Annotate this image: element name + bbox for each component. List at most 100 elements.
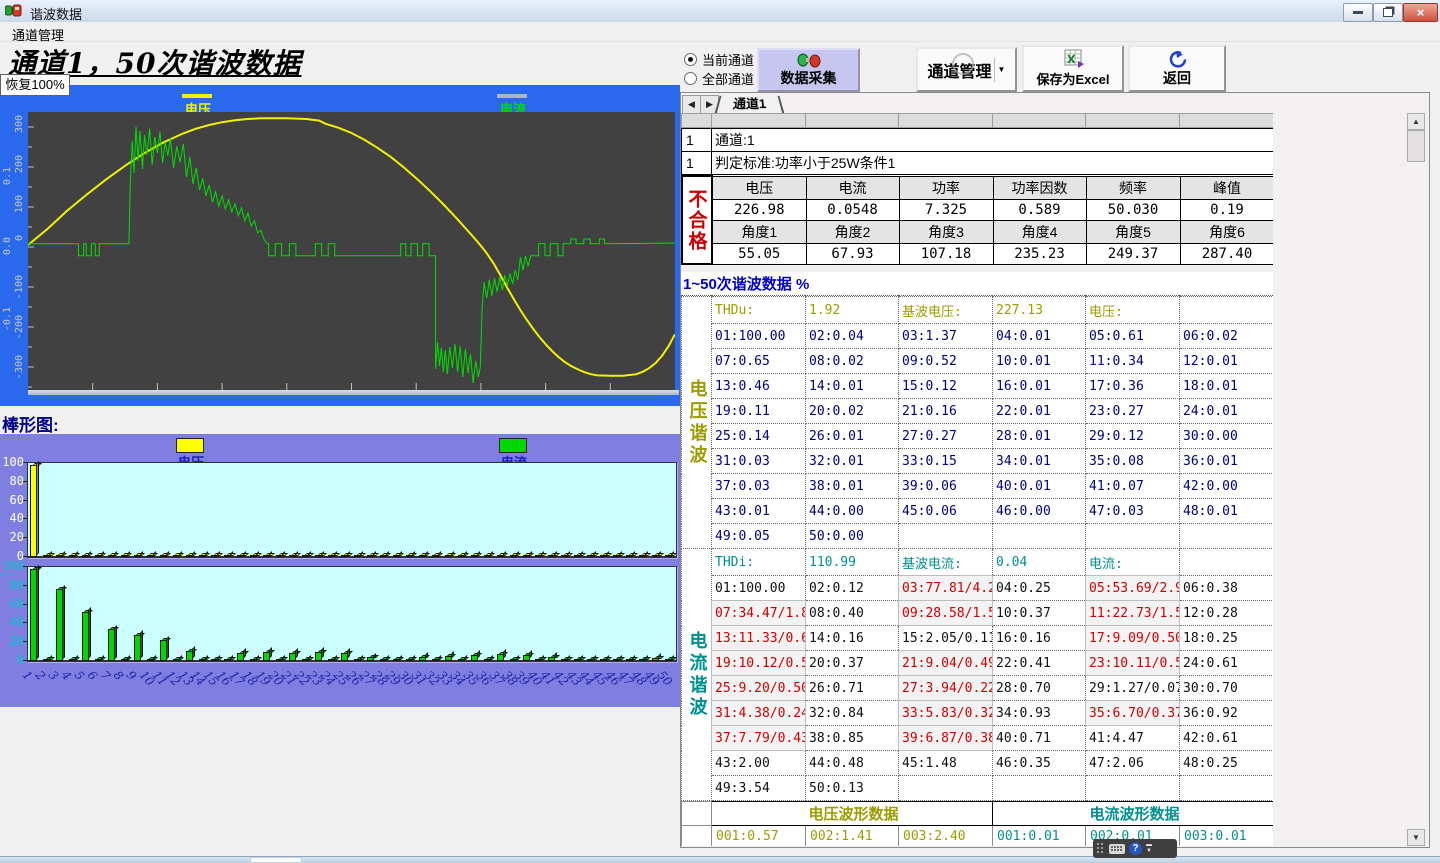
bar-side-face	[36, 461, 39, 556]
restore-button[interactable]	[1373, 3, 1403, 22]
voltage-harmonic-cell: 44:0.00	[806, 499, 899, 524]
help-icon[interactable]: ?	[1129, 842, 1142, 855]
scroll-down-button[interactable]: ▼	[1407, 829, 1425, 846]
voltage-harmonic-cell: 50:0.00	[806, 524, 899, 549]
voltage-harmonic-cell: 30:0.00	[1180, 424, 1274, 449]
thdu-cell: 基波电压:	[899, 297, 993, 324]
taskbar-button[interactable]	[250, 857, 302, 863]
voltage-harmonic-cell: 24:0.01	[1180, 399, 1274, 424]
current-harmonic-cell: 42:0.61	[1180, 726, 1274, 751]
bar-side-face	[295, 648, 298, 659]
voltage-harmonic-cell: 37:0.03	[712, 474, 806, 499]
status-badge: 不合格	[682, 176, 712, 264]
current-axis-label: 0.0	[2, 237, 13, 255]
thdi-cell: 110.99	[806, 549, 899, 576]
voltage-harmonic-cell: 17:0.36	[1086, 374, 1180, 399]
criteria-row-text: 判定标准:功率小于25W条件1	[712, 152, 1274, 175]
bar-side-face	[477, 650, 480, 659]
voltage-harmonic-cell: 02:0.04	[806, 324, 899, 349]
voltage-harmonic-cell: 31:0.03	[712, 449, 806, 474]
save-excel-button[interactable]: X 保存为Excel	[1022, 45, 1124, 92]
report-table-area: 1通道:11判定标准:功率小于25W条件1不合格电压电流功率功率因数频率峰值22…	[681, 113, 1273, 846]
row-index-cell: 1	[682, 129, 712, 152]
thdu-cell: 227.13	[993, 297, 1086, 324]
current-axis-label: -0.1	[2, 307, 13, 331]
close-button[interactable]: ×	[1403, 3, 1438, 22]
thdi-cell: 0.04	[993, 549, 1086, 576]
voltage-axis-label: 200	[14, 155, 25, 173]
voltage-wave-cell: 001:0.57	[712, 826, 806, 847]
empty-cell	[682, 826, 712, 847]
column-header-cell	[806, 114, 899, 128]
bar-side-face	[269, 647, 272, 659]
column-header-cell	[1086, 114, 1180, 128]
voltage-harmonic-cell: 40:0.01	[993, 474, 1086, 499]
back-label: 返回	[1163, 68, 1191, 88]
bar-xaxis-label: 8	[110, 668, 126, 683]
bar-ytick-label: 40	[0, 511, 24, 525]
current-harmonic-cell: 37:7.79/0.43	[712, 726, 806, 751]
column-header-cell	[1180, 114, 1274, 128]
bar-ytick-mark	[23, 500, 27, 501]
angle-value-cell: 235.23	[993, 243, 1086, 264]
svg-text:X: X	[1067, 53, 1076, 66]
current-harmonic-cell: 05:53.69/2.93	[1086, 576, 1180, 601]
measure-header-cell: 峰值	[1180, 176, 1273, 199]
current-harmonic-cell	[1086, 776, 1180, 801]
waveform-plot	[28, 112, 675, 390]
measure-header-cell: 频率	[1086, 176, 1180, 199]
bar-side-face	[321, 647, 324, 659]
current-harmonic-cell: 33:5.83/0.32	[899, 701, 993, 726]
title-bar	[0, 0, 1440, 23]
vertical-scrollbar[interactable]: ▲ ▼	[1407, 113, 1425, 846]
radio-all-channels[interactable]	[684, 72, 697, 85]
voltage-harmonic-cell: 45:0.06	[899, 499, 993, 524]
channel-manage-button[interactable]: 通道管理 ▼	[916, 47, 1017, 92]
bar-side-face	[114, 625, 117, 660]
keyboard-icon[interactable]	[1109, 844, 1125, 854]
current-harmonic-cell: 28:0.70	[993, 676, 1086, 701]
current-harmonic-cell: 47:2.06	[1086, 751, 1180, 776]
scrollbar-thumb[interactable]	[1407, 130, 1425, 162]
taskbar-strip	[0, 856, 1440, 863]
bar-xaxis-label: 50	[655, 668, 676, 689]
app-icon	[5, 4, 23, 21]
tab-scroll-left-button[interactable]: ◀	[682, 95, 701, 114]
current-harmonic-cell: 49:3.54	[712, 776, 806, 801]
radio-current-channel-row[interactable]: 当前通道	[684, 50, 754, 69]
radio-current-channel[interactable]	[684, 53, 697, 66]
current-harmonic-cell: 03:77.81/4.25	[899, 576, 993, 601]
current-harmonic-cell: 43:2.00	[712, 751, 806, 776]
data-collect-button[interactable]: 数据采集	[757, 48, 860, 92]
voltage-harmonic-cell: 05:0.61	[1086, 324, 1180, 349]
ime-more-icon[interactable]: ▬▼	[1146, 843, 1152, 854]
current-harmonic-row: 07:34.47/1.8808:0.4009:28.58/1.5610:0.37…	[682, 601, 1274, 626]
voltage-harmonic-cell: 13:0.46	[712, 374, 806, 399]
thdu-cell: 电压:	[1086, 297, 1180, 324]
voltage-harmonic-row: 37:0.0338:0.0139:0.0640:0.0141:0.0742:0.…	[682, 474, 1274, 499]
voltage-harmonic-cell: 27:0.27	[899, 424, 993, 449]
voltage-harmonic-cell: 35:0.08	[1086, 449, 1180, 474]
scroll-up-button[interactable]: ▲	[1407, 113, 1425, 130]
restore-100-button[interactable]: 恢复100%	[0, 74, 70, 96]
channel-row: 1通道:1	[682, 129, 1274, 152]
bar-ytick-mark	[23, 518, 27, 519]
channel-manage-dropdown-arrow[interactable]: ▼	[994, 58, 1006, 82]
voltage-harmonic-cell: 04:0.01	[993, 324, 1086, 349]
current-harmonic-cell	[1180, 776, 1274, 801]
radio-all-channels-row[interactable]: 全部通道	[684, 69, 754, 88]
minimize-button[interactable]	[1343, 3, 1373, 22]
angle-value-row: 55.0567.93107.18235.23249.37287.40	[682, 243, 1273, 264]
ime-drag-handle[interactable]	[1097, 843, 1105, 854]
bar-side-face	[166, 636, 169, 660]
ime-toolbar[interactable]: ? ▬▼	[1093, 839, 1177, 858]
thdu-cell: 1.92	[806, 297, 899, 324]
back-button[interactable]: 返回	[1128, 45, 1226, 92]
criteria-row: 1判定标准:功率小于25W条件1	[682, 152, 1274, 175]
bar-ytick-mark	[23, 660, 27, 661]
current-harmonic-cell: 36:0.92	[1180, 701, 1274, 726]
measure-value-row: 226.980.05487.3250.58950.0300.19	[682, 199, 1273, 220]
radio-current-channel-label: 当前通道	[702, 50, 754, 69]
current-harmonic-cell: 23:10.11/0.55	[1086, 651, 1180, 676]
bar-ytick-label: 60	[0, 493, 24, 507]
